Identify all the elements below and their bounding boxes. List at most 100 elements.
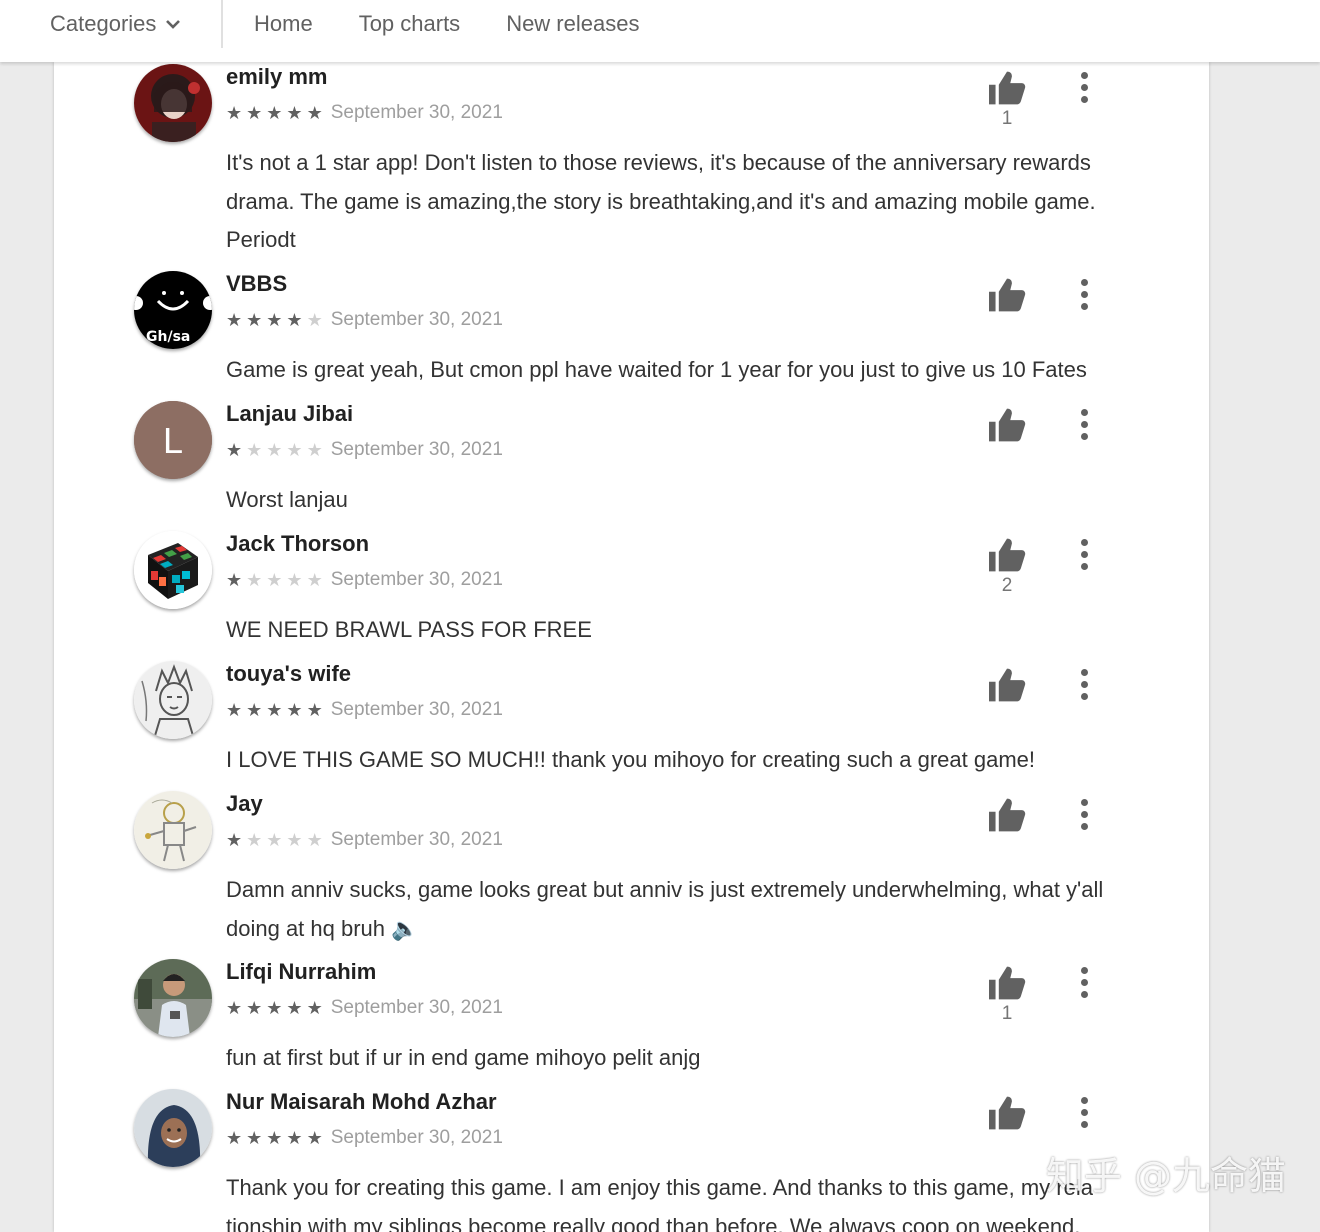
star-icon: ★ bbox=[246, 310, 263, 330]
review-date: September 30, 2021 bbox=[330, 309, 503, 330]
thumbs-up-icon[interactable] bbox=[987, 1095, 1027, 1131]
reviewer-name: Lifqi Nurrahim bbox=[226, 959, 377, 984]
star-icon: ★ bbox=[226, 103, 243, 123]
reviewer-name: Jay bbox=[226, 791, 263, 816]
star-icon: ★ bbox=[226, 440, 243, 460]
rubiks-cube-avatar-image bbox=[134, 531, 212, 609]
review-text: I LOVE THIS GAME SO MUCH!! thank you mih… bbox=[226, 747, 1036, 772]
nav-top-charts[interactable]: Top charts bbox=[359, 11, 461, 37]
review-text: Thank you for creating this game. I am e… bbox=[226, 1175, 1093, 1232]
categories-label: Categories bbox=[50, 11, 157, 36]
review-meta: ★ ★ ★ ★ ★ September 30, 2021 bbox=[226, 1127, 503, 1149]
star-icon: ★ bbox=[246, 570, 263, 590]
review-meta: ★ ★ ★ ★ ★ September 30, 2021 bbox=[226, 102, 503, 124]
thumbs-up-icon[interactable] bbox=[987, 965, 1027, 1001]
reviewer-avatar[interactable] bbox=[134, 959, 212, 1037]
more-options-icon[interactable] bbox=[1074, 539, 1094, 571]
star-icon: ★ bbox=[266, 830, 283, 850]
reviewer-avatar[interactable] bbox=[134, 1089, 212, 1167]
review-text: Game is great yeah, But cmon ppl have wa… bbox=[226, 357, 1087, 382]
star-icon: ★ bbox=[286, 103, 303, 123]
star-icon: ★ bbox=[246, 830, 263, 850]
star-rating: ★ ★ ★ ★ ★ bbox=[226, 310, 323, 330]
star-icon: ★ bbox=[306, 570, 323, 590]
top-navigation-bar: Categories Home Top charts New releases bbox=[0, 0, 1320, 62]
star-icon: ★ bbox=[286, 440, 303, 460]
reviewer-avatar[interactable] bbox=[134, 64, 212, 142]
doodle-avatar-image bbox=[134, 791, 212, 869]
review-date: September 30, 2021 bbox=[330, 569, 503, 590]
thumbs-up-icon[interactable] bbox=[987, 70, 1027, 106]
star-rating: ★ ★ ★ ★ ★ bbox=[226, 440, 323, 460]
helpful-count: 2 bbox=[1001, 575, 1013, 596]
star-icon: ★ bbox=[286, 700, 303, 720]
star-icon: ★ bbox=[226, 570, 243, 590]
star-icon: ★ bbox=[286, 570, 303, 590]
smile-logo-avatar-image: Gh/sa bbox=[134, 271, 212, 349]
review-text: Worst lanjau bbox=[226, 487, 348, 512]
review-meta: ★ ★ ★ ★ ★ September 30, 2021 bbox=[226, 829, 503, 851]
reviewer-name: Jack Thorson bbox=[226, 531, 370, 556]
star-icon: ★ bbox=[266, 440, 283, 460]
star-icon: ★ bbox=[286, 310, 303, 330]
reviewer-avatar[interactable] bbox=[134, 531, 212, 609]
thumbs-up-icon[interactable] bbox=[987, 407, 1027, 443]
review-meta: ★ ★ ★ ★ ★ September 30, 2021 bbox=[226, 569, 503, 591]
review-date: September 30, 2021 bbox=[330, 699, 503, 720]
star-rating: ★ ★ ★ ★ ★ bbox=[226, 1128, 323, 1148]
star-icon: ★ bbox=[306, 440, 323, 460]
reviewer-name: VBBS bbox=[226, 271, 288, 296]
helpful-count: 1 bbox=[1001, 1003, 1013, 1024]
star-icon: ★ bbox=[246, 1128, 263, 1148]
star-icon: ★ bbox=[306, 1128, 323, 1148]
star-icon: ★ bbox=[246, 440, 263, 460]
star-icon: ★ bbox=[226, 998, 243, 1018]
chevron-down-icon bbox=[166, 20, 181, 29]
review-meta: ★ ★ ★ ★ ★ September 30, 2021 bbox=[226, 699, 503, 721]
star-icon: ★ bbox=[286, 830, 303, 850]
review-meta: ★ ★ ★ ★ ★ September 30, 2021 bbox=[226, 439, 503, 461]
nav-home[interactable]: Home bbox=[254, 11, 313, 37]
thumbs-up-icon[interactable] bbox=[987, 797, 1027, 833]
star-icon: ★ bbox=[246, 103, 263, 123]
more-options-icon[interactable] bbox=[1074, 1097, 1094, 1129]
star-icon: ★ bbox=[286, 998, 303, 1018]
nav-links: Home Top charts New releases bbox=[254, 11, 639, 37]
thumbs-up-icon[interactable] bbox=[987, 537, 1027, 573]
person-photo-avatar-image bbox=[134, 959, 212, 1037]
reviews-card: emily mm ★ ★ ★ ★ ★ September 30, 2021 It's n… bbox=[54, 62, 1209, 1232]
categories-dropdown[interactable]: Categories bbox=[50, 11, 182, 37]
reviewer-name: Lanjau Jibai bbox=[226, 401, 354, 426]
more-options-icon[interactable] bbox=[1074, 967, 1094, 999]
review-date: September 30, 2021 bbox=[330, 997, 503, 1018]
reviewer-avatar[interactable]: L bbox=[134, 401, 212, 479]
letter-avatar-image: L bbox=[134, 401, 212, 479]
reviewer-avatar[interactable] bbox=[134, 791, 212, 869]
reviewer-name: emily mm bbox=[226, 64, 328, 89]
more-options-icon[interactable] bbox=[1074, 72, 1094, 104]
reviewer-avatar[interactable] bbox=[134, 661, 212, 739]
star-icon: ★ bbox=[306, 830, 323, 850]
review-meta: ★ ★ ★ ★ ★ September 30, 2021 bbox=[226, 309, 503, 331]
star-rating: ★ ★ ★ ★ ★ bbox=[226, 998, 323, 1018]
avatar-text: Gh/sa bbox=[146, 329, 190, 345]
anime-avatar-image bbox=[134, 64, 212, 142]
star-icon: ★ bbox=[306, 998, 323, 1018]
thumbs-up-icon[interactable] bbox=[987, 667, 1027, 703]
more-options-icon[interactable] bbox=[1074, 799, 1094, 831]
nav-new-releases[interactable]: New releases bbox=[506, 11, 639, 37]
hijab-photo-avatar-image bbox=[134, 1089, 212, 1167]
review-date: September 30, 2021 bbox=[330, 439, 503, 460]
reviewer-name: Nur Maisarah Mohd Azhar bbox=[226, 1089, 497, 1114]
more-options-icon[interactable] bbox=[1074, 669, 1094, 701]
star-rating: ★ ★ ★ ★ ★ bbox=[226, 700, 323, 720]
star-rating: ★ ★ ★ ★ ★ bbox=[226, 103, 323, 123]
more-options-icon[interactable] bbox=[1074, 409, 1094, 441]
thumbs-up-icon[interactable] bbox=[987, 277, 1027, 313]
reviewer-name: touya's wife bbox=[226, 661, 352, 686]
star-icon: ★ bbox=[266, 1128, 283, 1148]
reviewer-avatar[interactable]: Gh/sa bbox=[134, 271, 212, 349]
star-icon: ★ bbox=[226, 310, 243, 330]
more-options-icon[interactable] bbox=[1074, 279, 1094, 311]
star-rating: ★ ★ ★ ★ ★ bbox=[226, 830, 323, 850]
